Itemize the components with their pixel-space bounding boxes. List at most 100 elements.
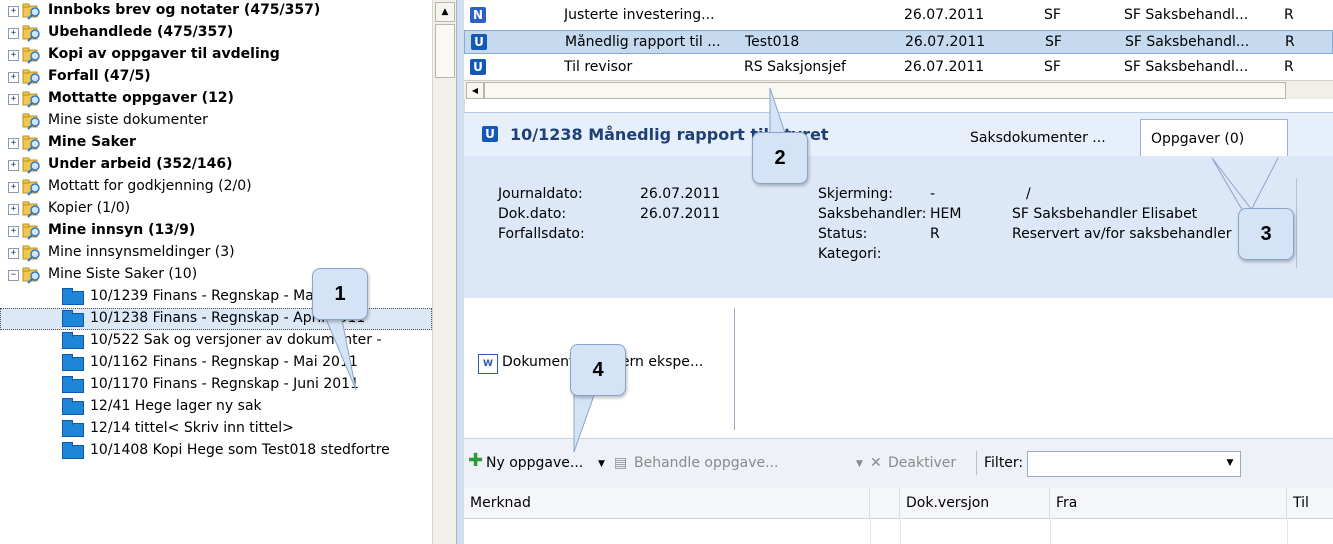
list-horizontal-scrollbar[interactable]: ◀ xyxy=(464,80,1333,99)
search-folder-icon xyxy=(22,243,42,263)
scroll-left-icon[interactable]: ◀ xyxy=(466,82,484,99)
tree-node[interactable]: + Mine innsyn (13/9) xyxy=(0,220,432,242)
outgoing-doc-icon: U xyxy=(471,34,487,50)
grid-header: Merknad Dok.versjon Fra Til xyxy=(464,488,1333,519)
new-task-button[interactable]: Ny oppgave... xyxy=(486,455,583,471)
dokdato-value: 26.07.2011 xyxy=(640,206,721,222)
grid-line xyxy=(869,518,871,544)
search-folder-icon xyxy=(22,265,42,285)
column-dokversjon[interactable]: Dok.versjon xyxy=(900,488,1050,518)
deactivate-button[interactable]: Deaktiver xyxy=(888,455,956,471)
tree-node[interactable]: + Kopier (1/0) xyxy=(0,198,432,220)
tree-node-label: Mine innsyn (13/9) xyxy=(48,222,196,238)
tree-scrollbar[interactable]: ▲ xyxy=(432,0,457,544)
tree-case-item[interactable]: 10/1162 Finans - Regnskap - Mai 2011 xyxy=(0,352,432,374)
tree-node[interactable]: + Kopi av oppgaver til avdeling xyxy=(0,44,432,66)
chevron-down-icon[interactable]: ▼ xyxy=(856,459,863,469)
tree-node[interactable]: + Mine Saker xyxy=(0,132,432,154)
column-merknad[interactable]: Merknad xyxy=(464,488,870,518)
expand-icon[interactable]: + xyxy=(8,72,19,83)
kategori-label: Kategori: xyxy=(818,246,882,262)
doc-from-cell: RS Saksjonsjef xyxy=(744,59,846,75)
tree-case-item[interactable]: 12/41 Hege lager ny sak xyxy=(0,396,432,418)
filter-select[interactable]: ▼ xyxy=(1027,451,1241,477)
expand-icon[interactable]: + xyxy=(8,138,19,149)
tab-oppgaver[interactable]: Oppgaver (0) xyxy=(1140,119,1288,157)
tree-case-label: 10/522 Sak og versjoner av dokumenter - xyxy=(90,332,382,348)
expand-icon[interactable]: + xyxy=(8,182,19,193)
tree-node-label: Innboks brev og notater (475/357) xyxy=(48,2,321,18)
expand-icon[interactable]: + xyxy=(8,6,19,17)
grid-line xyxy=(899,518,901,544)
skjerming-extra: / xyxy=(1026,186,1031,202)
tree-node[interactable]: + Mine innsynsmeldinger (3) xyxy=(0,242,432,264)
document-row[interactable]: N Justerte investering... 26.07.2011 SF SF S… xyxy=(464,4,1333,28)
close-icon: ✕ xyxy=(870,455,882,471)
expand-icon[interactable]: + xyxy=(8,204,19,215)
outgoing-doc-icon: U xyxy=(482,126,498,142)
tree-case-item[interactable]: 12/14 tittel< Skriv inn tittel> xyxy=(0,418,432,440)
document-row[interactable]: U Til revisor RS Saksjonsjef 26.07.2011 SF SF… xyxy=(464,56,1333,80)
tree-node[interactable]: + Forfall (47/5) xyxy=(0,66,432,88)
column-blank[interactable] xyxy=(870,488,900,518)
expand-icon[interactable]: + xyxy=(8,160,19,171)
scroll-thumb[interactable] xyxy=(484,82,1286,99)
grid-line xyxy=(1049,518,1051,544)
doc-status-cell: R xyxy=(1284,7,1294,23)
column-fra[interactable]: Fra xyxy=(1050,488,1287,518)
tree-case-label: 10/1162 Finans - Regnskap - Mai 2011 xyxy=(90,354,358,370)
case-folder-icon xyxy=(62,376,84,393)
tree-case-item[interactable]: 10/1170 Finans - Regnskap - Juni 2011 xyxy=(0,374,432,396)
tree-node[interactable]: + Innboks brev og notater (475/357) xyxy=(0,0,432,22)
doc-status-cell: R xyxy=(1284,59,1294,75)
scroll-thumb[interactable] xyxy=(435,24,455,78)
tree-node[interactable]: + Mottatt for godkjenning (2/0) xyxy=(0,176,432,198)
expand-icon[interactable]: + xyxy=(8,28,19,39)
tree-node[interactable]: Mine siste dokumenter xyxy=(0,110,432,132)
search-folder-icon xyxy=(22,221,42,241)
doc-handler-cell: SF Saksbehandl... xyxy=(1124,59,1249,75)
expand-icon[interactable]: + xyxy=(8,94,19,105)
tree-case-item[interactable]: 10/522 Sak og versjoner av dokumenter - xyxy=(0,330,432,352)
dokdato-label: Dok.dato: xyxy=(498,206,567,222)
callout-1: 1 xyxy=(312,268,368,320)
doc-date-cell: 26.07.2011 xyxy=(904,59,985,75)
tree-node[interactable]: + Under arbeid (352/146) xyxy=(0,154,432,176)
case-folder-icon xyxy=(62,442,84,459)
tree-case-label: 12/14 tittel< Skriv inn tittel> xyxy=(90,420,294,436)
doc-title-cell: Justerte investering... xyxy=(564,7,715,23)
doc-status-cell: R xyxy=(1285,34,1295,50)
tree-node-label: Mottatte oppgaver (12) xyxy=(48,90,234,106)
case-folder-icon xyxy=(62,332,84,349)
journaldato-label: Journaldato: xyxy=(498,186,583,202)
case-folder-icon xyxy=(62,310,84,327)
tree-node-label: Mine Siste Saker (10) xyxy=(48,266,198,282)
case-folder-icon xyxy=(62,420,84,437)
case-folder-icon xyxy=(62,398,84,415)
handle-task-button[interactable]: Behandle oppgave... xyxy=(634,455,778,471)
tree-node[interactable]: + Ubehandlede (475/357) xyxy=(0,22,432,44)
expand-icon[interactable]: + xyxy=(8,50,19,61)
internal-note-icon: N xyxy=(470,7,486,23)
scroll-up-icon[interactable]: ▲ xyxy=(435,2,455,22)
collapse-icon[interactable]: − xyxy=(8,270,19,281)
journaldato-value: 26.07.2011 xyxy=(640,186,721,202)
chevron-down-icon[interactable]: ▼ xyxy=(598,459,605,469)
tree-node[interactable]: + Mottatte oppgaver (12) xyxy=(0,88,432,110)
toolbar-separator xyxy=(976,451,977,475)
tab-saksdokumenter[interactable]: Saksdokumenter ... xyxy=(960,119,1116,157)
tree-node-label: Kopier (1/0) xyxy=(48,200,131,216)
task-toolbar: ✚ Ny oppgave... ▼ ▤ Behandle oppgave... … xyxy=(464,438,1333,489)
doc-title-cell: Til revisor xyxy=(564,59,633,75)
expand-icon[interactable]: + xyxy=(8,226,19,237)
expand-icon[interactable]: + xyxy=(8,248,19,259)
chevron-down-icon[interactable]: ▼ xyxy=(1222,454,1238,472)
tree-case-item[interactable]: 10/1408 Kopi Hege som Test018 stedfortre xyxy=(0,440,432,462)
filter-label: Filter: xyxy=(984,455,1024,471)
document-row-selected[interactable]: U Månedlig rapport til ... Test018 26.07.20… xyxy=(464,30,1333,54)
column-til[interactable]: Til xyxy=(1287,488,1333,518)
search-folder-icon xyxy=(22,133,42,153)
tree-case-label: 10/1170 Finans - Regnskap - Juni 2011 xyxy=(90,376,359,392)
search-folder-icon xyxy=(22,177,42,197)
task-grid: Merknad Dok.versjon Fra Til xyxy=(464,488,1333,544)
